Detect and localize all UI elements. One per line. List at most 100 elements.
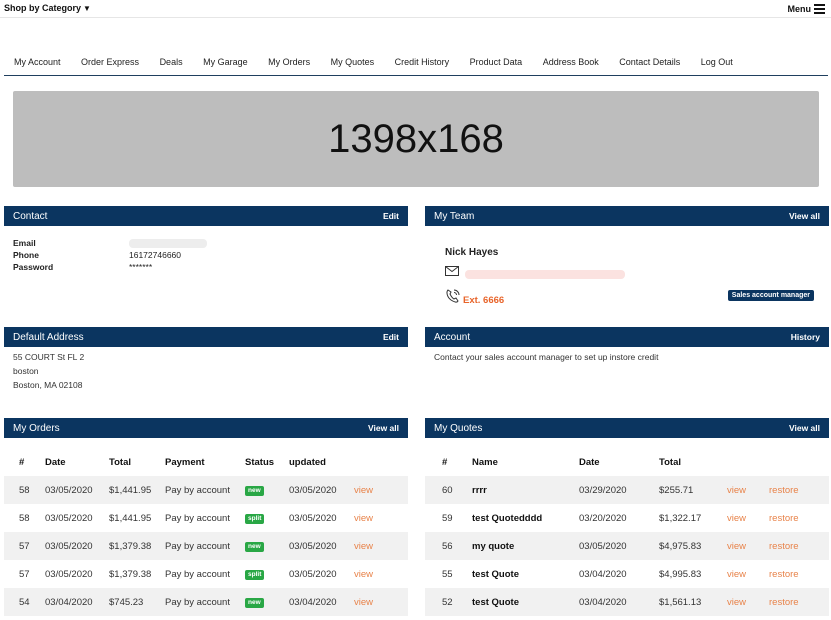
default-address-edit-button[interactable]: Edit — [383, 332, 399, 342]
orders-title: My Orders — [13, 422, 60, 434]
quote-total: $4,995.83 — [659, 568, 702, 580]
quote-name: rrrr — [472, 476, 579, 504]
quotes-view-all-button[interactable]: View all — [789, 423, 820, 433]
order-view-link[interactable]: view — [354, 597, 373, 608]
team-header: My Team View all — [425, 206, 829, 226]
quote-view-link[interactable]: view — [727, 541, 746, 552]
table-row: 58 03/05/2020 $1,441.95 Pay by account s… — [4, 504, 408, 532]
quote-num: 52 — [425, 588, 472, 616]
quote-date: 03/29/2020 — [579, 476, 659, 504]
quote-name: test Quote — [472, 568, 519, 580]
nav-my-garage[interactable]: My Garage — [203, 52, 248, 75]
quote-num: 55 — [442, 568, 453, 580]
quote-date: 03/04/2020 — [579, 568, 627, 580]
caret-down-icon: ▼ — [83, 4, 91, 13]
quote-restore-link[interactable]: restore — [769, 569, 799, 580]
default-address-title: Default Address — [13, 331, 84, 343]
order-status: new — [245, 588, 289, 616]
order-view-link[interactable]: view — [354, 541, 373, 552]
order-payment: Pay by account — [165, 512, 230, 524]
password-row: Password ******* — [4, 261, 408, 273]
quotes-title: My Quotes — [434, 422, 483, 434]
quote-view-link[interactable]: view — [727, 485, 746, 496]
order-date: 03/04/2020 — [45, 588, 109, 616]
quotes-panel: My Quotes View all # Name Date Total 60 … — [425, 418, 829, 616]
quote-view-link[interactable]: view — [727, 597, 746, 608]
order-payment: Pay by account — [165, 588, 245, 616]
top-bar: Shop by Category ▼ Menu — [0, 0, 831, 18]
order-view-link[interactable]: view — [354, 569, 373, 580]
role-badge: Sales account manager — [727, 290, 814, 301]
order-updated: 03/05/2020 — [289, 568, 337, 580]
quotes-col-name: Name — [472, 456, 498, 468]
team-extension[interactable]: Ext. 6666 — [463, 295, 504, 306]
quote-restore-link[interactable]: restore — [769, 597, 799, 608]
order-total: $1,441.95 — [109, 476, 165, 504]
orders-panel: My Orders View all # Date Total Payment … — [4, 418, 408, 616]
default-address-header: Default Address Edit — [4, 327, 408, 347]
order-total: $745.23 — [109, 588, 165, 616]
quote-restore-link[interactable]: restore — [769, 541, 799, 552]
order-status: new — [245, 476, 289, 504]
nav-log-out[interactable]: Log Out — [701, 52, 733, 75]
orders-col-updated: updated — [289, 456, 326, 468]
order-payment: Pay by account — [165, 476, 245, 504]
shop-by-category-button[interactable]: Shop by Category ▼ — [4, 3, 91, 13]
table-row: 52 test Quote 03/04/2020 $1,561.13 view … — [425, 588, 829, 616]
nav-credit-history[interactable]: Credit History — [395, 52, 450, 75]
table-row: 59 test Quotedddd 03/20/2020 $1,322.17 v… — [425, 504, 829, 532]
quotes-col-total: Total — [659, 456, 681, 468]
menu-label: Menu — [787, 4, 812, 14]
quote-restore-link[interactable]: restore — [769, 513, 799, 524]
order-num: 58 — [19, 512, 30, 524]
nav-deals[interactable]: Deals — [160, 52, 183, 75]
password-label: Password — [13, 262, 54, 272]
order-view-link[interactable]: view — [354, 513, 373, 524]
order-num: 57 — [19, 568, 30, 580]
quote-view-link[interactable]: view — [727, 513, 746, 524]
orders-view-all-button[interactable]: View all — [368, 423, 399, 433]
order-total: $1,379.38 — [109, 532, 165, 560]
team-view-all-button[interactable]: View all — [789, 211, 820, 221]
nav-my-account[interactable]: My Account — [14, 52, 61, 75]
quotes-col-date: Date — [579, 456, 600, 468]
order-date: 03/05/2020 — [45, 568, 93, 580]
default-address-panel: Default Address Edit 55 COURT St FL 2 bo… — [4, 327, 408, 407]
quote-restore-link[interactable]: restore — [769, 485, 799, 496]
account-message: Contact your sales account manager to se… — [434, 352, 659, 362]
nav-product-data[interactable]: Product Data — [470, 52, 523, 75]
shop-by-category-label: Shop by Category — [4, 3, 82, 13]
email-label: Email — [13, 238, 36, 248]
address-line-1: 55 COURT St FL 2 — [13, 352, 85, 362]
nav-my-quotes[interactable]: My Quotes — [331, 52, 375, 75]
nav-order-express[interactable]: Order Express — [81, 52, 139, 75]
hamburger-icon — [814, 2, 825, 16]
order-total: $1,379.38 — [109, 568, 152, 580]
status-badge: split — [245, 570, 265, 580]
nav-address-book[interactable]: Address Book — [543, 52, 599, 75]
order-updated: 03/05/2020 — [289, 512, 337, 524]
order-view-link[interactable]: view — [354, 485, 373, 496]
quotes-col-num: # — [442, 456, 448, 468]
quote-date: 03/05/2020 — [579, 532, 659, 560]
nav-contact-details[interactable]: Contact Details — [619, 52, 680, 75]
team-email-redacted — [465, 270, 625, 279]
menu-button[interactable]: Menu — [787, 2, 825, 16]
nav-my-orders[interactable]: My Orders — [268, 52, 310, 75]
quotes-col-view — [727, 448, 769, 476]
account-history-button[interactable]: History — [791, 332, 820, 342]
banner-placeholder: 1398x168 — [13, 91, 819, 187]
quote-view-link[interactable]: view — [727, 569, 746, 580]
quote-total: $4,975.83 — [659, 532, 727, 560]
quote-total: $255.71 — [659, 476, 727, 504]
quote-date: 03/20/2020 — [579, 512, 627, 524]
table-row: 57 03/05/2020 $1,379.38 Pay by account n… — [4, 532, 408, 560]
contact-edit-button[interactable]: Edit — [383, 211, 399, 221]
order-updated: 03/04/2020 — [289, 588, 354, 616]
account-panel: Account History Contact your sales accou… — [425, 327, 829, 407]
contact-panel: Contact Edit Email Phone 16172746660 Pass… — [4, 206, 408, 316]
order-num: 57 — [4, 532, 45, 560]
order-updated: 03/05/2020 — [289, 532, 354, 560]
orders-col-action — [354, 448, 408, 476]
order-date: 03/05/2020 — [45, 532, 109, 560]
